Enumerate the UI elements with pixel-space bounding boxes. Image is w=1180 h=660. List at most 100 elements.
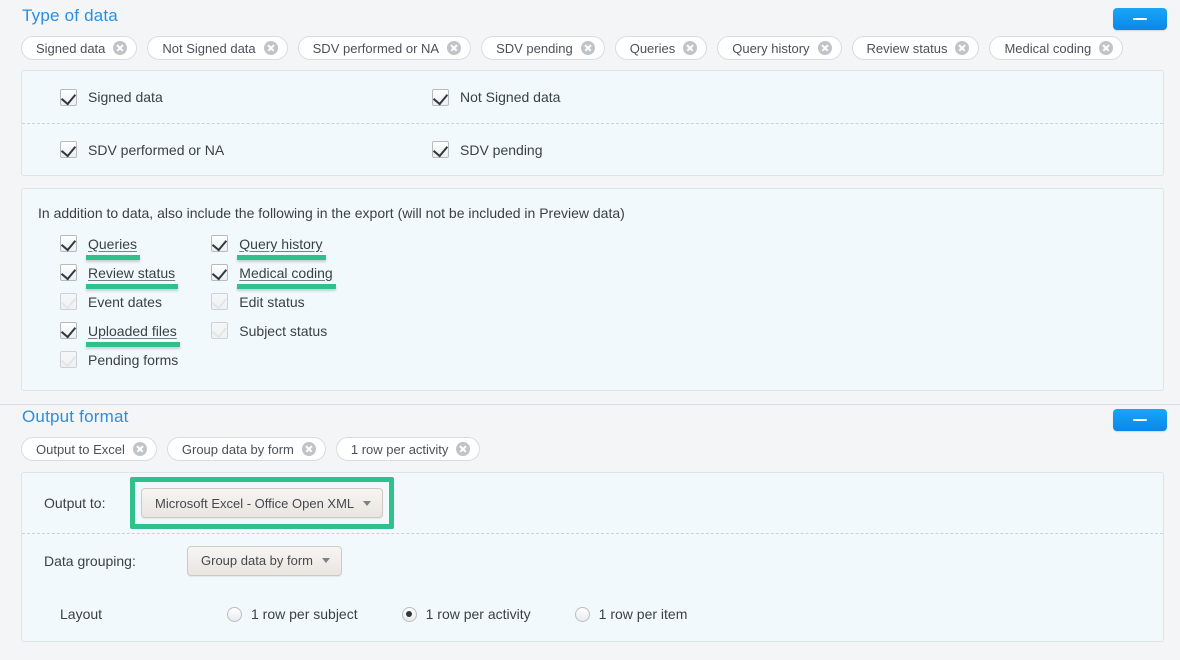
checkbox-uploaded-files[interactable]: Uploaded files — [60, 316, 180, 347]
checkbox-icon[interactable] — [60, 88, 77, 106]
chip-signed-data[interactable]: Signed data — [21, 36, 138, 60]
checkbox-subject-status[interactable]: Subject status — [211, 316, 332, 345]
output-to-highlight: Microsoft Excel - Office Open XML — [130, 477, 395, 529]
check-icon — [60, 235, 77, 252]
radio-icon-selected[interactable] — [401, 606, 417, 622]
chip-group-data-by-form[interactable]: Group data by form — [166, 437, 326, 461]
checkbox-query-history[interactable]: Query history — [211, 229, 332, 260]
data-grouping-dropdown[interactable]: Group data by form — [187, 545, 342, 576]
minus-icon — [1133, 18, 1147, 20]
checkbox-label: SDV performed or NA — [88, 141, 225, 158]
output-to-value: Microsoft Excel - Office Open XML — [155, 495, 355, 511]
check-icon — [60, 264, 77, 281]
check-icon — [60, 293, 77, 310]
checkbox-label: SDV pending — [460, 141, 543, 158]
output-format-chip-list: Output to Excel Group data by form 1 row… — [0, 435, 1180, 463]
checkbox-label: Queries — [85, 235, 141, 260]
check-icon — [60, 89, 77, 105]
close-icon[interactable] — [817, 41, 832, 55]
checkbox-icon[interactable] — [60, 351, 77, 368]
output-to-label: Output to: — [44, 495, 106, 511]
chip-label: Queries — [629, 40, 676, 56]
chip-review-status[interactable]: Review status — [851, 36, 980, 60]
checkbox-icon[interactable] — [60, 293, 77, 310]
checkbox-icon[interactable] — [211, 293, 229, 310]
checkbox-review-status[interactable]: Review status — [60, 258, 179, 289]
checkbox-medical-coding[interactable]: Medical coding — [211, 258, 337, 289]
checkbox-icon[interactable] — [60, 322, 77, 339]
chip-output-to-excel[interactable]: Output to Excel — [21, 437, 157, 461]
checkbox-label: Pending forms — [88, 351, 179, 368]
additional-export-right-column: Query history Medical coding Edit status… — [178, 223, 337, 390]
close-icon[interactable] — [447, 41, 462, 55]
collapse-type-of-data-button[interactable] — [1113, 8, 1167, 30]
checkbox-label: Edit status — [239, 293, 305, 310]
chip-medical-coding[interactable]: Medical coding — [989, 36, 1124, 60]
checkbox-sdv-pending[interactable]: SDV pending — [432, 141, 804, 159]
check-icon — [60, 322, 77, 339]
chip-label: Not Signed data — [162, 40, 256, 56]
close-icon[interactable] — [263, 41, 278, 55]
checkbox-event-dates[interactable]: Event dates — [60, 287, 178, 316]
radio-1-row-per-activity[interactable]: 1 row per activity — [401, 606, 531, 622]
data-type-row-2: SDV performed or NA SDV pending — [22, 123, 1163, 175]
radio-icon[interactable] — [574, 606, 590, 622]
checkbox-sdv-performed-or-na[interactable]: SDV performed or NA — [60, 141, 432, 159]
checkbox-label: Subject status — [239, 322, 328, 339]
checkbox-icon[interactable] — [211, 322, 229, 339]
checkbox-label: Medical coding — [237, 264, 337, 289]
chevron-down-icon — [322, 558, 330, 563]
close-icon[interactable] — [580, 41, 595, 55]
chip-sdv-pending[interactable]: SDV pending — [481, 36, 605, 60]
checkbox-icon[interactable] — [432, 141, 449, 158]
checkbox-queries[interactable]: Queries — [60, 229, 178, 260]
checkbox-not-signed-data[interactable]: Not Signed data — [432, 88, 804, 106]
output-to-row: Output to: Microsoft Excel - Office Open… — [22, 473, 1163, 533]
close-icon[interactable] — [683, 41, 698, 55]
chip-query-history[interactable]: Query history — [717, 36, 842, 60]
chip-queries[interactable]: Queries — [614, 36, 708, 60]
chip-not-signed-data[interactable]: Not Signed data — [147, 36, 288, 60]
checkbox-label: Uploaded files — [86, 322, 180, 347]
close-icon[interactable] — [113, 41, 128, 55]
type-of-data-header: Type of data — [0, 0, 1180, 34]
checkbox-pending-forms[interactable]: Pending forms — [60, 345, 178, 374]
close-icon[interactable] — [301, 442, 316, 456]
data-grouping-value: Group data by form — [201, 553, 313, 568]
close-icon[interactable] — [955, 41, 970, 55]
data-type-row-1: Signed data Not Signed data — [22, 71, 1163, 123]
checkbox-label: Query history — [237, 235, 326, 260]
chip-label: Group data by form — [181, 441, 294, 457]
checkbox-edit-status[interactable]: Edit status — [211, 287, 332, 316]
close-icon[interactable] — [456, 442, 471, 456]
output-format-header: Output format — [0, 401, 1180, 435]
checkbox-label: Signed data — [88, 89, 163, 105]
radio-label: 1 row per subject — [251, 606, 358, 622]
checkbox-label: Event dates — [88, 293, 162, 310]
chip-1-row-per-activity[interactable]: 1 row per activity — [335, 437, 481, 461]
check-icon — [60, 141, 77, 158]
chip-sdv-performed-or-na[interactable]: SDV performed or NA — [297, 36, 472, 60]
close-icon[interactable] — [132, 442, 147, 456]
output-to-dropdown[interactable]: Microsoft Excel - Office Open XML — [141, 488, 384, 518]
data-grouping-label: Data grouping: — [44, 552, 136, 569]
close-icon[interactable] — [1099, 41, 1114, 55]
radio-icon[interactable] — [227, 606, 242, 622]
checkbox-icon[interactable] — [60, 235, 77, 252]
checkbox-icon[interactable] — [60, 141, 77, 158]
check-icon — [212, 293, 228, 310]
chip-label: SDV pending — [496, 40, 573, 56]
checkbox-icon[interactable] — [211, 235, 229, 252]
checkbox-signed-data[interactable]: Signed data — [60, 88, 432, 106]
data-type-panel: Signed data Not Signed data SDV performe… — [21, 70, 1164, 176]
radio-1-row-per-item[interactable]: 1 row per item — [574, 606, 687, 622]
chip-label: Output to Excel — [36, 441, 125, 457]
layout-row: Layout 1 row per subject 1 row per activ… — [22, 587, 1163, 641]
additional-export-columns: Queries Review status Event dates Upload… — [22, 223, 1163, 390]
collapse-output-format-button[interactable] — [1113, 409, 1167, 431]
checkbox-icon[interactable] — [432, 88, 449, 106]
check-icon — [212, 264, 228, 281]
radio-1-row-per-subject[interactable]: 1 row per subject — [227, 606, 358, 622]
checkbox-icon[interactable] — [60, 264, 77, 281]
checkbox-icon[interactable] — [211, 264, 229, 281]
